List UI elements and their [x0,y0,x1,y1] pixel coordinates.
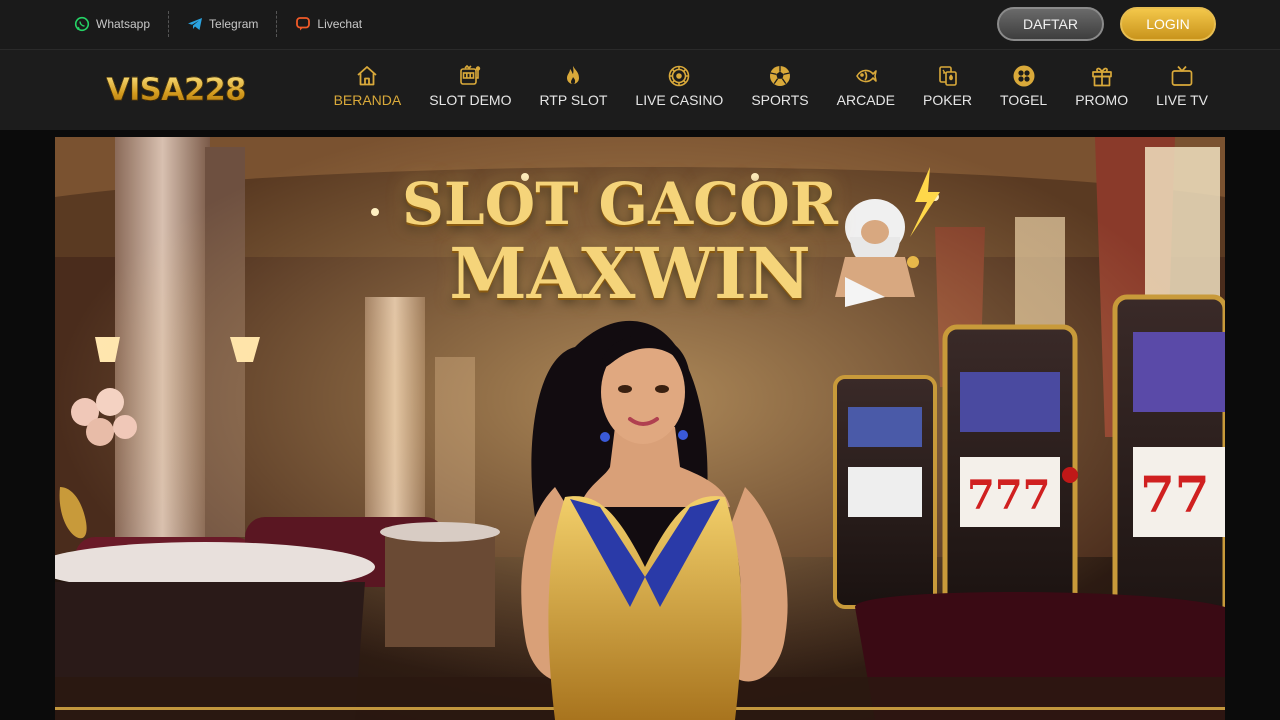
headline-line-2: MAXWIN [449,232,811,315]
home-icon [357,66,378,86]
auth-buttons: DAFTAR LOGIN [997,7,1216,41]
lottery-balls-icon [1013,65,1035,87]
fish-icon [856,69,877,83]
site-logo[interactable]: VISA228 [106,68,247,112]
login-button[interactable]: LOGIN [1120,7,1216,41]
whatsapp-label: Whatsapp [96,17,151,31]
logo-text: VISA228 [106,72,247,109]
livechat-label: Livechat [317,17,363,31]
nav-label: LIVE CASINO [635,92,724,108]
telegram-icon [188,18,203,30]
slot-machine-icon [460,64,481,85]
nav-label: SPORTS [751,92,809,108]
nav-label: ARCADE [836,92,895,108]
nav-item-live-casino[interactable]: LIVE CASINO [621,64,737,108]
hero-banner[interactable]: 777 77 SLOT GACOR MAXWIN [55,137,1225,720]
whatsapp-icon [74,16,90,32]
nav-label: SLOT DEMO [429,92,512,108]
register-button[interactable]: DAFTAR [997,7,1104,41]
headline-line-1: SLOT GACOR [402,170,838,238]
livechat-icon [296,17,311,31]
nav-item-slot-demo[interactable]: SLOT DEMO [415,64,525,108]
nav-item-live-tv[interactable]: LIVE TV [1142,64,1222,108]
soccer-ball-icon [769,66,790,86]
livechat-link[interactable]: Livechat [276,11,380,37]
main-navigation: VISA228 BERANDA SLOT DEMO RTP SLOT LIVE … [0,50,1280,130]
nav-label: POKER [923,92,973,108]
nav-item-poker[interactable]: POKER [909,64,986,108]
flame-icon [567,66,580,84]
banner-headline: SLOT GACOR MAXWIN [55,175,1225,309]
nav-menu: BERANDA SLOT DEMO RTP SLOT LIVE CASINO S… [320,64,1222,108]
nav-label: RTP SLOT [539,92,608,108]
nav-label: TOGEL [1000,92,1048,108]
nav-item-sports[interactable]: SPORTS [737,64,822,108]
nav-item-promo[interactable]: PROMO [1061,64,1142,108]
nav-item-beranda[interactable]: BERANDA [320,64,416,108]
svg-text:777: 777 [967,472,1051,519]
telegram-link[interactable]: Telegram [168,11,276,37]
nav-item-rtp-slot[interactable]: RTP SLOT [525,64,621,108]
nav-label: BERANDA [333,92,402,108]
whatsapp-link[interactable]: Whatsapp [72,11,168,37]
nav-label: PROMO [1075,92,1129,108]
nav-item-arcade[interactable]: ARCADE [823,64,909,108]
nav-label: LIVE TV [1156,92,1208,108]
contact-links: Whatsapp Telegram Livechat [72,0,380,48]
gift-icon [1091,67,1112,87]
telegram-label: Telegram [209,17,259,31]
svg-text:77: 77 [1140,465,1210,524]
roulette-icon [669,65,690,87]
tv-icon [1171,65,1193,86]
cards-icon [938,66,957,86]
top-bar: Whatsapp Telegram Livechat DAFTAR LOGIN [0,0,1280,50]
nav-item-togel[interactable]: TOGEL [986,64,1061,108]
